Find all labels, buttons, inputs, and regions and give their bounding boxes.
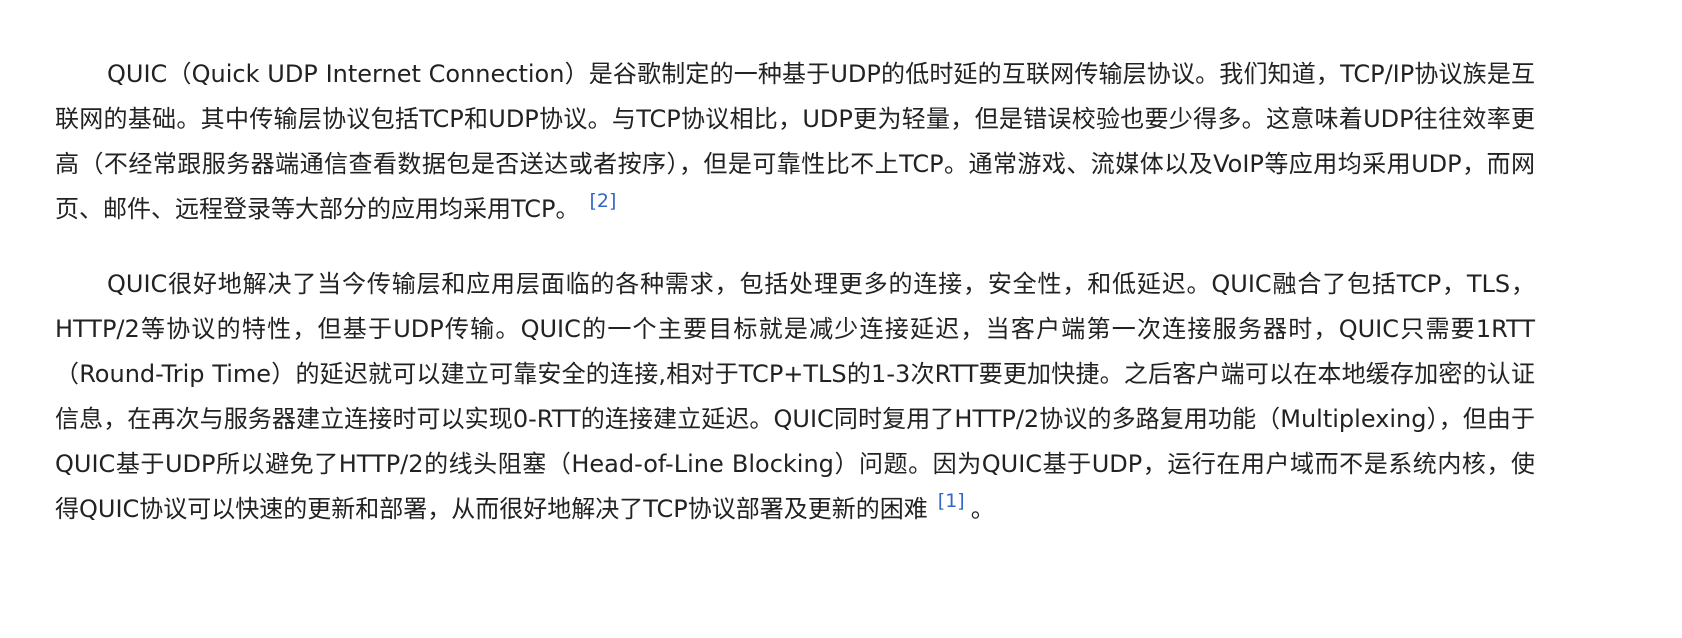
paragraph-tail: 。	[970, 495, 995, 523]
citation-link-1[interactable]: [1]	[938, 490, 965, 512]
paragraph-text: QUIC（Quick UDP Internet Connection）是谷歌制定…	[55, 60, 1535, 223]
paragraph-quic-advantages: QUIC很好地解决了当今传输层和应用层面临的各种需求，包括处理更多的连接，安全性…	[55, 262, 1535, 532]
article-body: QUIC（Quick UDP Internet Connection）是谷歌制定…	[55, 52, 1535, 532]
citation-link-2[interactable]: [2]	[589, 190, 616, 212]
paragraph-quic-intro: QUIC（Quick UDP Internet Connection）是谷歌制定…	[55, 52, 1535, 232]
paragraph-text: QUIC很好地解决了当今传输层和应用层面临的各种需求，包括处理更多的连接，安全性…	[55, 270, 1535, 523]
